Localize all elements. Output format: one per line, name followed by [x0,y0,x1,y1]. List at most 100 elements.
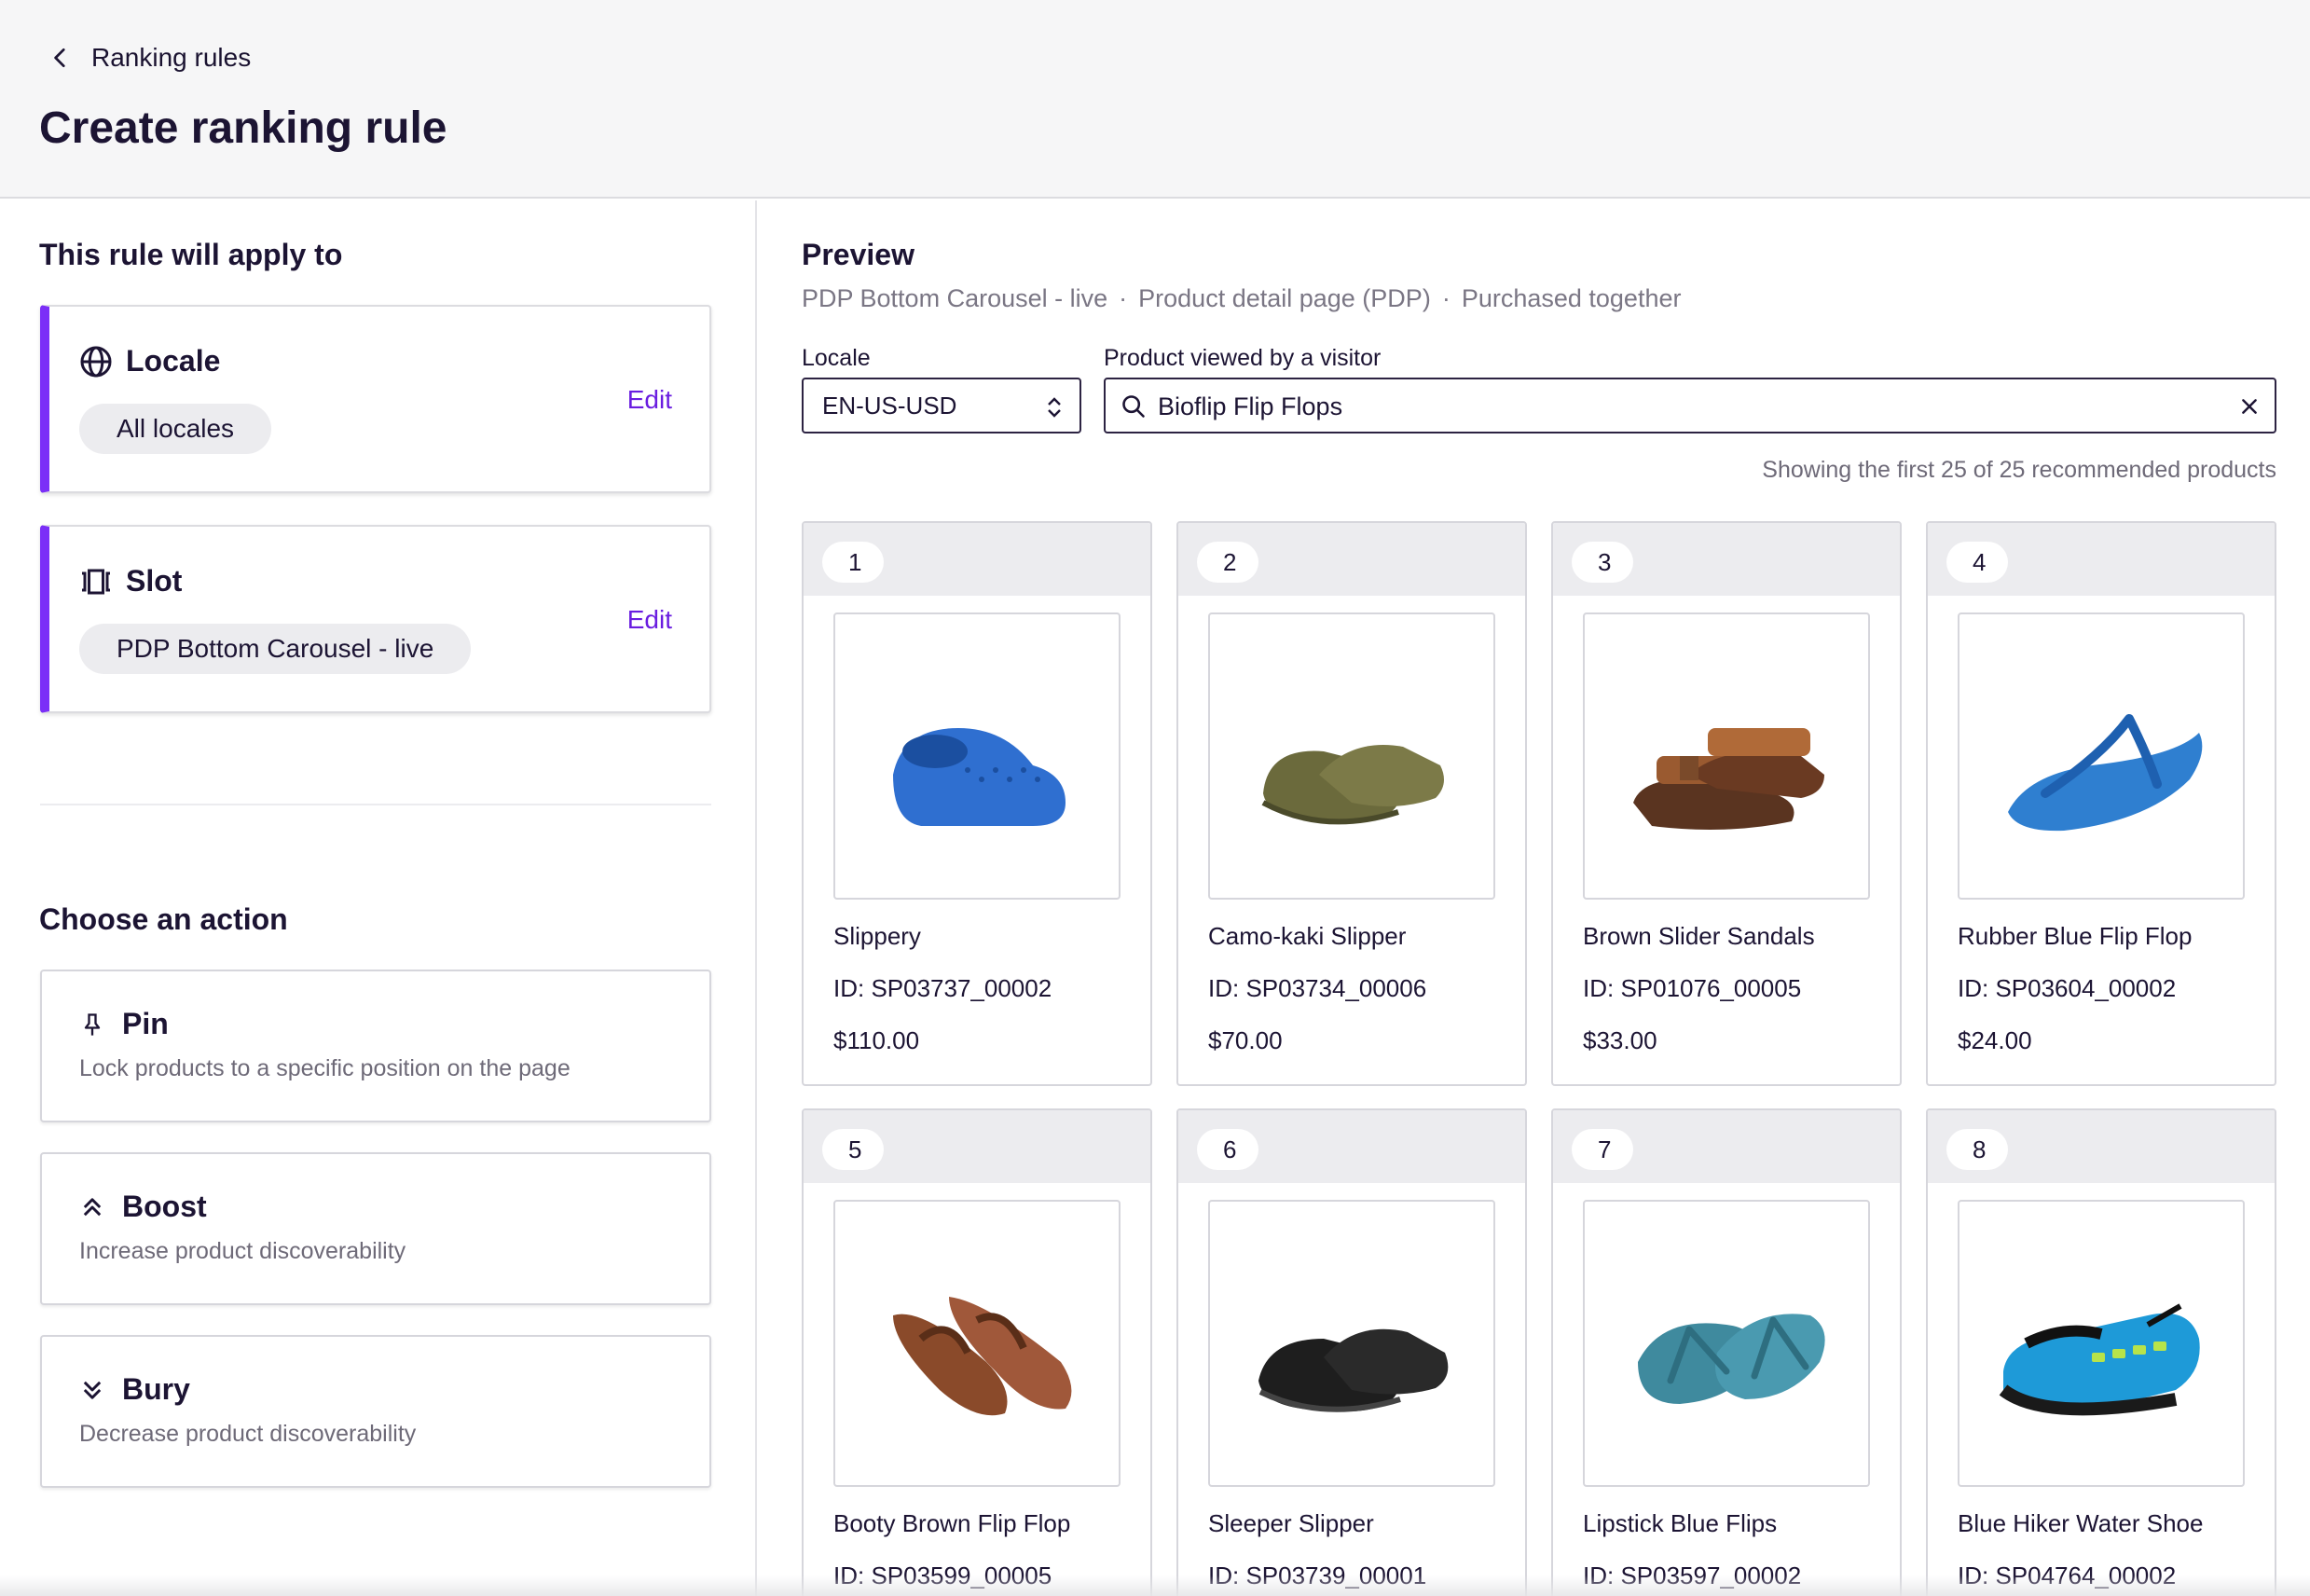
rank-badge: 4 [1946,542,2008,583]
product-image [1208,1200,1495,1487]
product-name: Lipstick Blue Flips [1583,1509,1778,1537]
product-card[interactable]: 7 Lipstick Blue Flips ID: SP03597_00002 [1551,1108,1902,1596]
divider [40,804,711,805]
product-price: $33.00 [1583,1026,1657,1054]
locale-card: Locale All locales Edit [40,305,711,493]
locale-heading: Locale [79,344,220,378]
search-icon [1122,395,1145,418]
slot-heading: Slot [79,564,182,598]
slot-card: Slot PDP Bottom Carousel - live Edit [40,525,711,713]
product-card[interactable]: 2 Camo-kaki Slipper ID: SP03734_00006 $7… [1176,521,1527,1086]
crumb-page-type: Product detail page (PDP) [1138,284,1431,312]
product-name: Slippery [833,922,921,950]
locale-title: Locale [126,344,221,378]
product-name: Sleeper Slipper [1208,1509,1374,1537]
boost-icon [83,1197,102,1216]
product-name: Booty Brown Flip Flop [833,1509,1071,1537]
product-search-input[interactable]: Bioflip Flip Flops [1104,378,2276,433]
clear-icon[interactable] [2239,396,2260,417]
crumb-separator: · [1441,284,1451,312]
crumb-strategy: Purchased together [1461,284,1682,312]
brown-flipflop-image [893,1297,1072,1416]
water-shoe-image [1999,1303,2200,1416]
rank-badge: 5 [822,1129,884,1170]
rank-badge: 3 [1572,542,1633,583]
bury-label: Bury [122,1372,190,1406]
preview-title: Preview [802,238,914,271]
boost-description: Increase product discoverability [79,1238,406,1264]
product-id: ID: SP03734_00006 [1208,974,1427,1002]
product-grid: 1 Slippery ID: SP03737_00002 $110.00 2 C… [802,521,2278,1596]
card-header: 2 [1178,523,1525,596]
brown-sandal-image [1633,728,1824,830]
back-link-label: Ranking rules [91,43,252,72]
pin-description: Lock products to a specific position on … [79,1055,571,1081]
locale-select-value: EN-US-USD [822,391,957,420]
product-image [1958,1200,2245,1487]
card-header: 6 [1178,1110,1525,1183]
carousel-icon [82,569,110,594]
slot-edit-link[interactable]: Edit [627,605,672,635]
product-card[interactable]: 4 Rubber Blue Flip Flop ID: SP03604_0000… [1926,521,2276,1086]
page-title: Create ranking rule [39,103,447,153]
rule-settings-panel: This rule will apply to Locale All local… [0,200,757,1596]
product-card[interactable]: 1 Slippery ID: SP03737_00002 $110.00 [802,521,1152,1086]
product-price: $110.00 [833,1026,920,1054]
product-search-label: Product viewed by a visitor [1104,345,1382,371]
product-search-value: Bioflip Flip Flops [1158,392,1343,420]
pin-heading: Pin [79,1007,169,1041]
khaki-slipper-image [1261,745,1444,825]
crumb-slot: PDP Bottom Carousel - live [802,284,1108,312]
product-card[interactable]: 5 Booty Brown Flip Flop ID: SP03599_0000… [802,1108,1152,1596]
rank-badge: 1 [822,542,884,583]
product-image [1583,1200,1870,1487]
product-price: $24.00 [1958,1026,2032,1054]
product-id: ID: SP03737_00002 [833,974,1052,1002]
pin-action-card[interactable]: Pin Lock products to a specific position… [40,970,711,1122]
bury-description: Decrease product discoverability [79,1421,417,1447]
slot-title: Slot [126,564,183,598]
boost-action-card[interactable]: Boost Increase product discoverability [40,1152,711,1305]
globe-icon [80,346,112,377]
product-card[interactable]: 8 Blue Hiker Water Shoe ID: SP04764_0000… [1926,1108,2276,1596]
product-name: Camo-kaki Slipper [1208,922,1407,950]
crumb-separator: · [1119,284,1128,312]
bury-heading: Bury [79,1372,190,1407]
scope-section-title: This rule will apply to [39,238,343,271]
product-name: Blue Hiker Water Shoe [1958,1509,2204,1537]
slot-chip: PDP Bottom Carousel - live [79,624,472,674]
product-id: ID: SP03604_00002 [1958,974,2177,1002]
locale-edit-link[interactable]: Edit [627,385,672,415]
chevron-up-down-icon [1048,397,1061,418]
chevron-left-icon [54,48,65,68]
bury-action-card[interactable]: Bury Decrease product discoverability [40,1335,711,1488]
product-price: $70.00 [1208,1026,1283,1054]
bury-icon [83,1381,102,1399]
product-image [833,1200,1121,1487]
page-header: Ranking rules Create ranking rule [0,0,2310,199]
back-link[interactable]: Ranking rules [48,39,251,76]
rank-badge: 7 [1572,1129,1633,1170]
card-header: 4 [1928,523,2275,596]
preview-panel: Preview PDP Bottom Carousel - live · Pro… [759,200,2310,1596]
product-image [1208,612,1495,900]
product-image [1958,612,2245,900]
card-header: 5 [804,1110,1150,1183]
action-section-title: Choose an action [39,902,288,936]
results-count: Showing the first 25 of 25 recommended p… [1762,457,2276,483]
product-name: Rubber Blue Flip Flop [1958,922,2193,950]
product-image [1583,612,1870,900]
preview-breadcrumb: PDP Bottom Carousel - live · Product det… [802,284,1681,313]
product-id: ID: SP01076_00005 [1583,974,1802,1002]
locale-select[interactable]: EN-US-USD [802,378,1081,433]
pin-icon [84,1012,101,1036]
card-header: 1 [804,523,1150,596]
product-card[interactable]: 3 Brown Slider Sandals ID: SP01076_00005… [1551,521,1902,1086]
locale-select-label: Locale [802,345,871,371]
product-card[interactable]: 6 Sleeper Slipper ID: SP03739_00001 [1176,1108,1527,1596]
black-slipper-image [1258,1328,1449,1412]
blue-flipflop-image [2008,714,2203,832]
blue-clog-image [893,728,1066,826]
rank-badge: 8 [1946,1129,2008,1170]
locale-chip: All locales [79,404,272,454]
